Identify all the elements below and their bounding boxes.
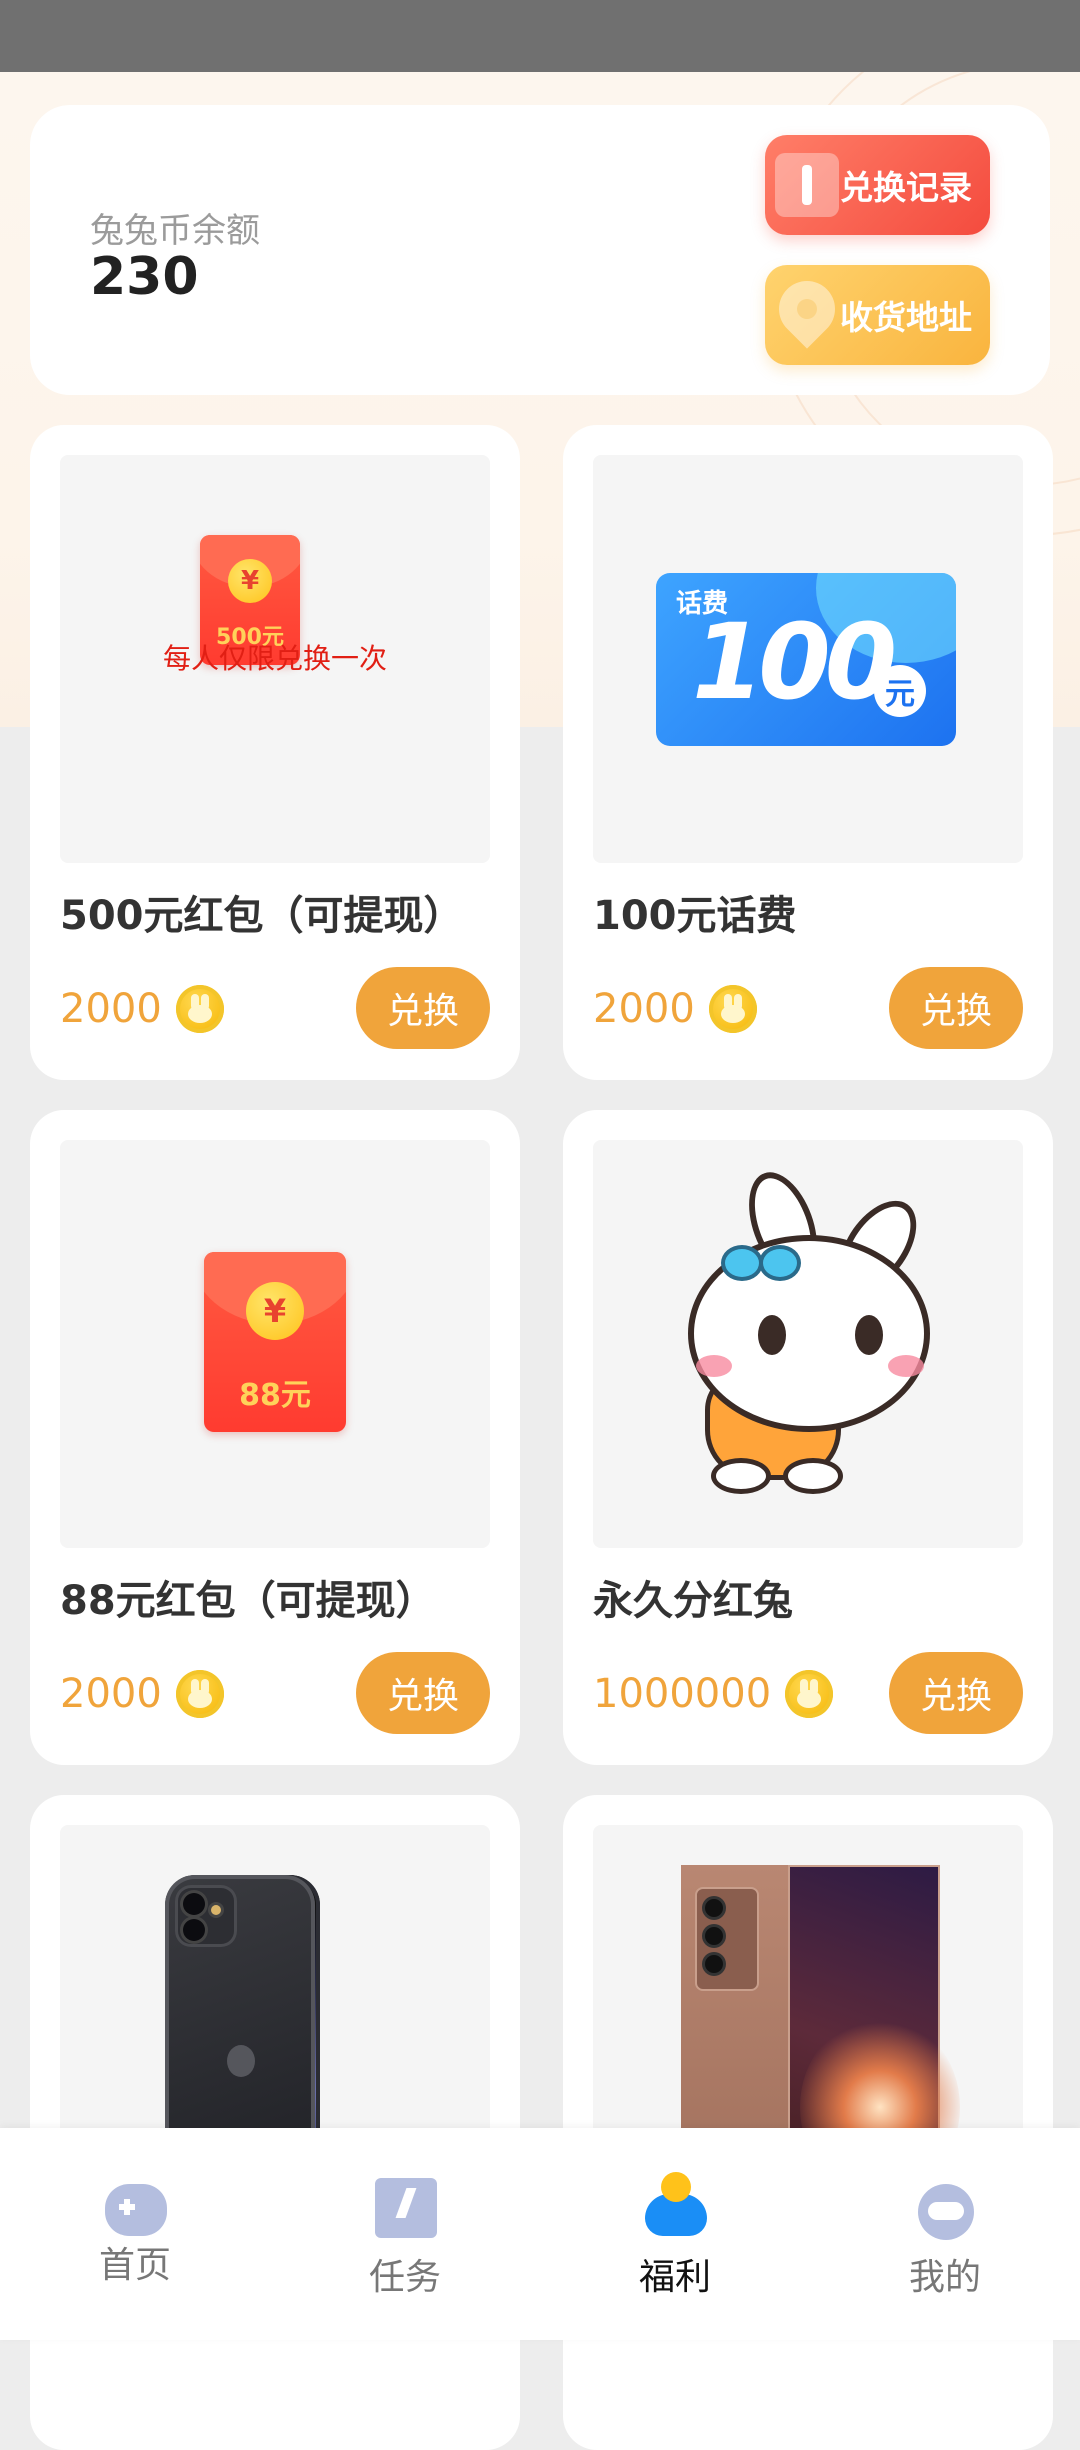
welfare-planet-icon [645,2172,707,2236]
product-card[interactable]: FF 永久分红兔 1000000 兑换 [563,1110,1053,1765]
nav-item-mine[interactable]: 我的 [810,2128,1080,2340]
nav-label-home: 首页 [98,2245,171,2286]
exchange-record-button[interactable]: 兑换记录 [765,135,990,235]
product-image: FF [593,1140,1023,1548]
red-packet-image: ¥ 88元 [204,1252,346,1432]
nav-item-home[interactable]: 首页 [0,2128,270,2340]
product-price: 2000 [593,985,757,1033]
nav-label-mine: 我的 [908,2257,981,2298]
bunny-coin-icon [175,1670,224,1718]
balance-card: 兔兔币余额 230 兑换记录 收货地址 [30,105,1050,395]
shipping-address-button[interactable]: 收货地址 [765,265,990,365]
product-price: 1000000 [593,1670,834,1718]
shipping-address-label: 收货地址 [840,298,972,337]
bunny-coin-icon [708,985,757,1033]
product-image: 话费 100 元 [593,455,1023,863]
bill-unit: 元 [874,665,926,717]
product-card[interactable] [30,1795,520,2450]
product-name: 500元红包（可提现） [60,893,464,939]
exchange-record-label: 兑换记录 [840,168,972,207]
red-packet-amount: 88元 [239,1378,311,1413]
robot-profile-icon [918,2184,974,2240]
exchange-button[interactable]: 兑换 [356,967,490,1049]
nav-label-welfare: 福利 [638,2257,711,2298]
price-value: 2000 [60,986,162,1032]
price-value: 2000 [60,1671,162,1717]
balance-value: 230 [90,247,199,307]
product-image: ¥ 500元 每人仅限兑换一次 [60,455,490,863]
exchange-button[interactable]: 兑换 [889,1652,1023,1734]
nav-label-tasks: 任务 [368,2257,441,2298]
product-card[interactable]: ¥ 500元 每人仅限兑换一次 500元红包（可提现） 2000 兑换 [30,425,520,1080]
product-price: 2000 [60,1670,224,1718]
yen-icon: ¥ [246,1282,304,1340]
product-name: 100元话费 [593,893,797,939]
yen-icon: ¥ [228,559,272,603]
balance-label: 兔兔币余额 [90,211,260,251]
exchange-button[interactable]: 兑换 [356,1652,490,1734]
price-value: 2000 [593,986,695,1032]
phone-bill-image: 话费 100 元 [656,573,956,746]
product-name: 88元红包（可提现） [60,1578,436,1624]
location-pin-icon [767,269,847,349]
status-bar [0,0,1080,72]
bottom-nav: 首页 任务 福利 我的 [0,2128,1080,2340]
product-card[interactable] [563,1795,1053,2450]
product-name: 永久分红兔 [593,1578,793,1624]
nav-item-tasks[interactable]: 任务 [270,2128,540,2340]
price-value: 1000000 [593,1671,772,1717]
exchange-button[interactable]: 兑换 [889,967,1023,1049]
gamepad-icon [105,2184,167,2236]
task-chat-icon [375,2178,437,2238]
ticket-icon [775,153,839,217]
product-card[interactable]: 话费 100 元 100元话费 2000 兑换 [563,425,1053,1080]
limit-note: 每人仅限兑换一次 [162,642,387,675]
product-image: ¥ 88元 [60,1140,490,1548]
bunny-coin-icon [175,985,224,1033]
product-price: 2000 [60,985,224,1033]
bill-amount: 100 [692,601,897,723]
bunny-coin-icon [785,1670,834,1718]
product-card[interactable]: ¥ 88元 88元红包（可提现） 2000 兑换 [30,1110,520,1765]
nav-item-welfare[interactable]: 福利 [540,2128,810,2340]
